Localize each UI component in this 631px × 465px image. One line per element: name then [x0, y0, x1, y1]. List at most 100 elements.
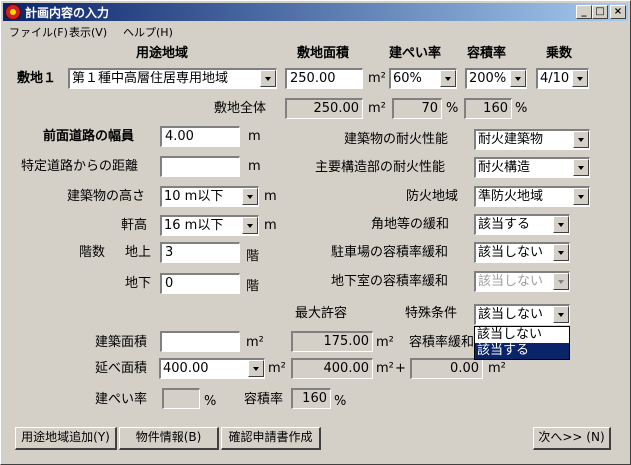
corner-select[interactable]: 該当する — [474, 214, 570, 235]
chevron-down-icon[interactable] — [573, 188, 589, 205]
building-area-max: 175.00 — [291, 331, 373, 352]
result-youseki-unit: % — [334, 394, 347, 409]
building-area-unit: m² — [246, 335, 264, 350]
eaves-unit: m — [264, 218, 277, 233]
fire-zone-label: 防火地域 — [406, 189, 459, 204]
jousu-value: 4/10 — [540, 71, 570, 86]
building-area-max-unit: m² — [376, 335, 394, 350]
relax-value: 0.00 — [410, 358, 483, 379]
floor-area-value: 400.00 — [163, 361, 209, 376]
chevron-down-icon[interactable] — [572, 70, 588, 87]
eaves-select[interactable]: 16 m以下 — [160, 215, 259, 236]
jousu-select[interactable]: 4/10 — [536, 68, 589, 89]
create-application-button[interactable]: 確認申請書作成 — [221, 427, 321, 450]
height-select[interactable]: 10 m以下 — [160, 186, 259, 207]
parking-value: 該当しない — [478, 245, 544, 260]
max-label: 最大許容 — [295, 306, 348, 321]
floors-below-label: 地下 — [125, 276, 152, 291]
chevron-down-icon[interactable] — [260, 70, 276, 87]
kenpei-select[interactable]: 60% — [389, 68, 457, 89]
menu-help[interactable]: ヘルプ(H) — [123, 24, 173, 40]
whole-label: 敷地全体 — [214, 101, 267, 116]
basement-value: 該当しない — [478, 274, 544, 289]
road-unit: m — [248, 129, 261, 144]
whole-kenpei-unit: % — [446, 101, 459, 116]
chevron-down-icon — [553, 273, 569, 290]
floor-area-label: 延べ面積 — [95, 361, 148, 376]
floor-area-max-unit: m² — [376, 361, 394, 376]
floor-area-select[interactable]: 400.00 — [159, 358, 265, 379]
chevron-down-icon[interactable] — [440, 70, 456, 87]
special-label: 特殊条件 — [405, 306, 458, 321]
chevron-down-icon[interactable] — [553, 244, 569, 261]
kenpei-value: 60% — [393, 71, 422, 86]
floors-above-unit: 階 — [246, 249, 260, 264]
special-option-yes[interactable]: 該当する — [475, 343, 569, 359]
corner-label: 角地等の緩和 — [371, 217, 450, 232]
result-kenpei-unit: % — [204, 394, 217, 409]
floors-below-unit: 階 — [246, 279, 260, 294]
plus-sign: + — [395, 361, 406, 376]
floors-below-input[interactable]: 0 — [160, 273, 240, 294]
header-kenpei: 建ぺい率 — [389, 46, 442, 61]
special-option-no[interactable]: 該当しない — [475, 327, 569, 343]
road-label: 前面道路の幅員 — [43, 129, 135, 144]
menu-bar: ファイル(F) 表示(V) ヘルプ(H) — [3, 22, 628, 40]
chevron-down-icon[interactable] — [510, 70, 526, 87]
basement-select: 該当しない — [474, 271, 570, 292]
parking-label: 駐車場の容積率緩和 — [331, 245, 449, 260]
floor-area-max: 400.00 — [291, 358, 373, 379]
building-area-input[interactable] — [160, 331, 240, 352]
property-info-button[interactable]: 物件情報(B) — [119, 427, 219, 450]
chevron-down-icon[interactable] — [553, 306, 569, 323]
fire-struct-select[interactable]: 耐火構造 — [474, 157, 590, 178]
parking-select[interactable]: 該当しない — [474, 242, 570, 263]
youseki-value: 200% — [469, 71, 507, 86]
app-icon — [5, 4, 21, 20]
minimize-button[interactable]: _ — [576, 5, 592, 19]
result-youseki-label: 容積率 — [244, 392, 284, 407]
result-youseki-value: 160 — [291, 388, 331, 409]
relax-unit: m² — [488, 361, 506, 376]
main-window: 計画内容の入力 _ □ × ファイル(F) 表示(V) ヘルプ(H) 用途地域 … — [0, 0, 631, 465]
fire-building-select[interactable]: 耐火建築物 — [474, 129, 590, 150]
header-menseki: 敷地面積 — [297, 46, 350, 61]
special-value: 該当しない — [478, 307, 544, 322]
close-button[interactable]: × — [610, 5, 626, 19]
whole-youseki-unit: % — [515, 101, 528, 116]
whole-area-value: 250.00 — [285, 98, 363, 119]
site-label: 敷地１ — [17, 71, 57, 86]
special-select[interactable]: 該当しない — [474, 304, 570, 325]
chevron-down-icon[interactable] — [242, 217, 258, 234]
chevron-down-icon[interactable] — [573, 131, 589, 148]
youseki-select[interactable]: 200% — [465, 68, 527, 89]
window-title: 計画内容の入力 — [25, 6, 110, 20]
special-road-input[interactable] — [160, 156, 240, 177]
corner-value: 該当する — [478, 217, 531, 232]
chevron-down-icon[interactable] — [248, 360, 264, 377]
add-youto-button[interactable]: 用途地域追加(Y) — [15, 427, 117, 450]
fire-zone-select[interactable]: 準防火地域 — [474, 186, 590, 207]
fire-building-label: 建築物の耐火性能 — [344, 132, 449, 147]
youto-select[interactable]: 第１種中高層住居専用地域 — [68, 68, 277, 89]
building-area-label: 建築面積 — [95, 335, 148, 350]
site-area-input[interactable]: 250.00 — [285, 68, 363, 89]
header-jousu: 乗数 — [546, 46, 573, 61]
special-road-unit: m — [248, 159, 261, 174]
header-youseki: 容積率 — [467, 46, 507, 61]
eaves-value: 16 m以下 — [164, 218, 224, 233]
road-width-input[interactable]: 4.00 — [160, 126, 240, 147]
floor-area-unit: m² — [268, 361, 286, 376]
whole-kenpei-value: 70 — [392, 98, 442, 119]
result-kenpei-value — [162, 388, 200, 409]
floors-above-input[interactable]: 3 — [160, 242, 240, 263]
youto-value: 第１種中高層住居専用地域 — [72, 71, 229, 86]
maximize-button[interactable]: □ — [592, 5, 608, 19]
chevron-down-icon[interactable] — [553, 216, 569, 233]
chevron-down-icon[interactable] — [242, 188, 258, 205]
menu-file[interactable]: ファイル(F) — [9, 24, 68, 40]
chevron-down-icon[interactable] — [573, 159, 589, 176]
next-button[interactable]: 次へ>> (N) — [533, 427, 611, 450]
menu-view[interactable]: 表示(V) — [69, 24, 107, 40]
title-bar[interactable]: 計画内容の入力 _ □ × — [3, 3, 628, 21]
